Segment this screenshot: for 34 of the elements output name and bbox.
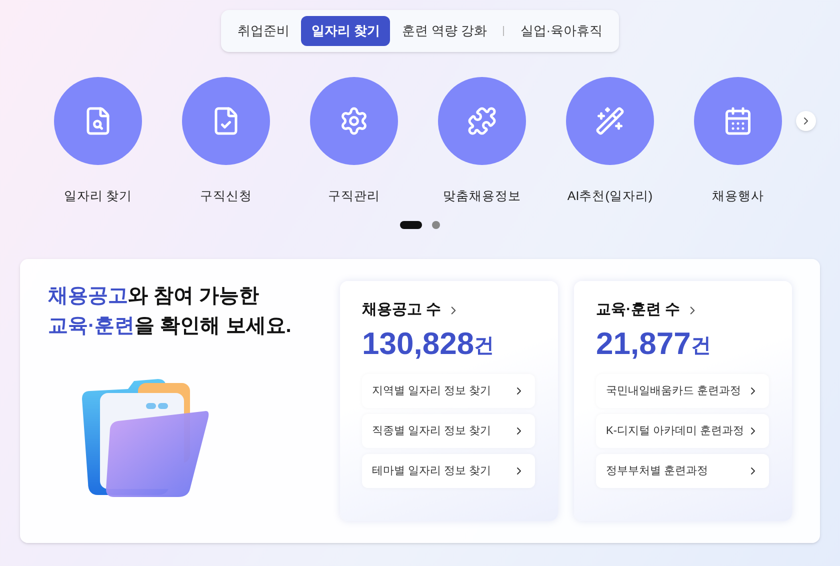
tab[interactable]: 일자리 찾기 <box>301 16 390 46</box>
magic-wand-icon <box>595 106 625 136</box>
shortcut-label: 구직신청 <box>200 188 252 204</box>
puzzle-icon <box>467 106 497 136</box>
tab[interactable]: 훈련 역량 강화 <box>394 16 496 46</box>
calendar-icon <box>723 106 753 136</box>
link-item[interactable]: 정부부처별 훈련과정 <box>596 454 769 488</box>
link-item[interactable]: 국민내일배움카드 훈련과정 <box>596 374 769 408</box>
shortcut-link[interactable]: AI추천(일자리) <box>566 76 694 206</box>
link-item[interactable]: 지역별 일자리 정보 찾기 <box>362 374 535 408</box>
next-button[interactable] <box>796 110 816 130</box>
shortcut-link[interactable]: 채용행사 <box>694 76 822 206</box>
shortcut-label: 맞춤채용정보 <box>443 188 521 204</box>
shortcut-link[interactable]: 일자리 찾기 <box>54 76 182 206</box>
shortcut-link[interactable]: 맞춤채용정보 <box>438 76 566 206</box>
stat-title-link[interactable]: 채용공고 수 <box>362 299 536 322</box>
shortcut-link[interactable]: 구직관리 <box>310 76 438 206</box>
gear-icon <box>339 106 369 136</box>
stat-title-link[interactable]: 교육·훈련 수 <box>596 299 770 322</box>
link-item[interactable]: K-디지털 아카데미 훈련과정 <box>596 414 769 448</box>
link-item[interactable]: 직종별 일자리 정보 찾기 <box>362 414 535 448</box>
shortcut-link[interactable]: 구직신청 <box>182 76 310 206</box>
shortcut-label: AI추천(일자리) <box>567 188 653 205</box>
stat-unit: 건 <box>474 334 494 359</box>
stat-unit: 건 <box>690 334 711 359</box>
stat-count: 21,877 <box>596 324 691 363</box>
link-item[interactable]: 테마별 일자리 정보 찾기 <box>362 454 535 488</box>
shortcut-label: 구직관리 <box>328 188 380 204</box>
tab[interactable]: 실업·육아휴직 <box>512 16 611 46</box>
shortcut-label: 채용행사 <box>712 188 764 204</box>
tab[interactable]: 취업준비 <box>229 16 298 46</box>
stat-count: 130,828 <box>362 324 474 363</box>
headline: 채용공고와 참여 가능한 교육·훈련을 확인해 보세요. <box>48 284 292 340</box>
shortcut-label: 일자리 찾기 <box>64 188 132 204</box>
